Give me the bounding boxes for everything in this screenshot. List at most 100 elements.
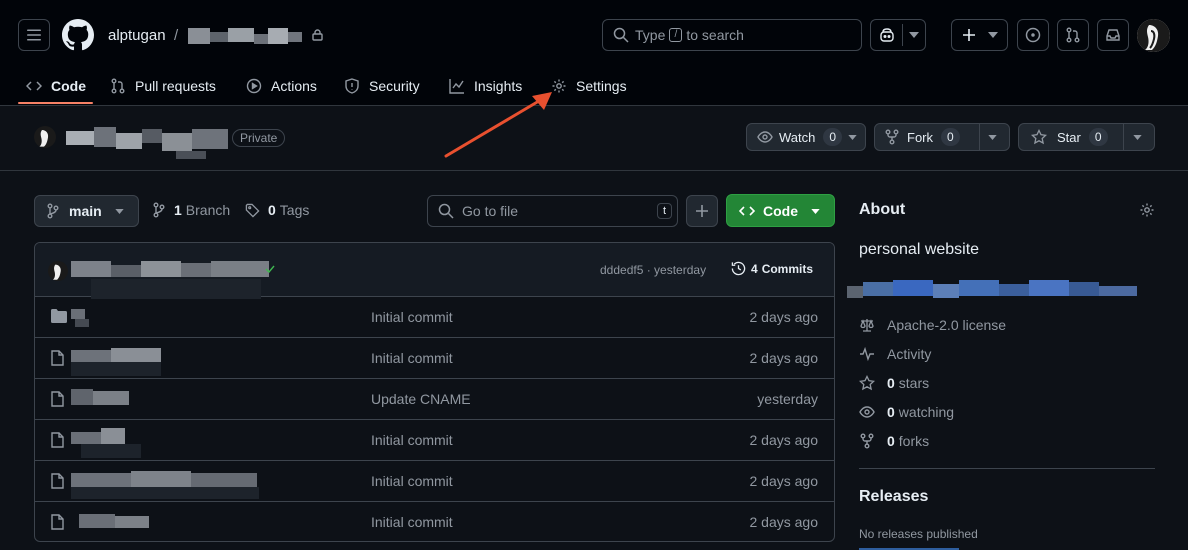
file-name-redacted[interactable]: [71, 469, 261, 499]
table-row[interactable]: Initial commit 2 days ago: [35, 338, 834, 379]
tab-actions[interactable]: Actions: [246, 66, 317, 106]
commit-age: 2 days ago: [749, 350, 819, 366]
sidebar-divider: [859, 468, 1155, 469]
owner-avatar[interactable]: [34, 126, 56, 148]
commit-message-redacted[interactable]: [71, 259, 271, 299]
tab-settings[interactable]: Settings: [551, 66, 627, 106]
releases-heading[interactable]: Releases: [859, 488, 928, 506]
fork-count: 0: [941, 128, 960, 146]
search-icon: [613, 27, 629, 43]
breadcrumb-owner[interactable]: alptugan: [108, 27, 166, 44]
watch-button[interactable]: Watch 0: [746, 123, 866, 151]
commit-message[interactable]: Initial commit: [371, 309, 453, 325]
table-row[interactable]: Initial commit 2 days ago: [35, 420, 834, 461]
commits-label: Commits: [761, 261, 814, 276]
commit-message[interactable]: Initial commit: [371, 350, 453, 366]
file-icon: [51, 432, 64, 448]
branch-label: Branch: [185, 202, 231, 218]
breadcrumb-separator: /: [174, 27, 179, 44]
eye-icon: [859, 406, 875, 418]
chevron-down-icon: [115, 209, 124, 214]
pulse-icon: [860, 346, 874, 362]
code-button-label: Code: [763, 202, 798, 219]
avatar[interactable]: [1137, 19, 1170, 52]
watching-link[interactable]: 0 watching: [859, 404, 954, 420]
activity-link[interactable]: Activity: [859, 346, 931, 362]
commit-message[interactable]: Initial commit: [371, 432, 453, 448]
table-row[interactable]: Update CNAME yesterday: [35, 379, 834, 420]
file-list: dddedf5 · yesterday 4 Commits Initial co…: [34, 242, 835, 542]
pull-requests-button[interactable]: [1057, 19, 1089, 51]
file-name-redacted[interactable]: [71, 428, 151, 458]
create-new-button[interactable]: [951, 19, 1008, 51]
go-to-file-input[interactable]: Go to file t: [427, 195, 678, 227]
repository-header: Private Watch 0 Fork 0 Star 0: [0, 107, 1188, 171]
table-row[interactable]: Initial commit 2 days ago: [35, 297, 834, 338]
tab-pull-requests[interactable]: Pull requests: [110, 66, 216, 106]
tab-code[interactable]: Code: [26, 66, 86, 106]
menu-button[interactable]: [18, 19, 50, 51]
commit-age: 2 days ago: [749, 432, 819, 448]
code-icon: [739, 205, 755, 216]
issues-button[interactable]: [1017, 19, 1049, 51]
lock-icon: [312, 29, 323, 41]
star-button[interactable]: Star 0: [1018, 123, 1155, 151]
branch-selector[interactable]: main: [34, 195, 139, 227]
fork-button[interactable]: Fork 0: [874, 123, 1010, 151]
eye-icon: [757, 131, 773, 143]
file-name-redacted[interactable]: [71, 346, 201, 376]
search-shortcut-key: /: [669, 28, 683, 42]
forks-count: 0: [887, 433, 895, 449]
create-release-link-partial[interactable]: [859, 545, 959, 550]
watch-label: Watch: [779, 129, 816, 145]
stars-link[interactable]: 0 stars: [859, 375, 929, 391]
commit-message[interactable]: Initial commit: [371, 473, 453, 489]
git-branch-icon: [47, 203, 59, 219]
commits-history-link[interactable]: 4 Commits: [731, 261, 813, 276]
global-header: alptugan / Type / to search Code Pull re…: [0, 0, 1188, 106]
repo-name-redacted[interactable]: [188, 26, 312, 46]
search-prefix: Type: [635, 27, 666, 43]
commit-author-avatar[interactable]: [48, 261, 68, 281]
go-to-file-placeholder: Go to file: [462, 203, 519, 219]
watching-count: 0: [887, 404, 895, 420]
search-input[interactable]: Type / to search: [602, 19, 862, 51]
tag-icon: [245, 203, 260, 218]
tab-label: Settings: [576, 78, 627, 94]
license-link[interactable]: Apache-2.0 license: [859, 317, 1006, 333]
file-name-redacted[interactable]: [79, 512, 151, 530]
table-row[interactable]: Initial commit 2 days ago: [35, 461, 834, 502]
search-icon: [438, 203, 454, 219]
tab-label: Pull requests: [135, 78, 216, 94]
branches-link[interactable]: 1 Branch: [153, 202, 230, 218]
code-dropdown-button[interactable]: Code: [726, 194, 835, 227]
commit-message[interactable]: Initial commit: [371, 514, 453, 530]
inbox-button[interactable]: [1097, 19, 1129, 51]
git-pull-request-icon: [111, 78, 125, 94]
commit-message[interactable]: Update CNAME: [371, 391, 471, 407]
tab-label: Code: [51, 78, 86, 94]
add-file-button[interactable]: [686, 195, 718, 227]
tags-link[interactable]: 0 Tags: [245, 202, 309, 218]
gear-icon[interactable]: [1139, 202, 1155, 218]
file-name-redacted[interactable]: [71, 387, 141, 411]
file-name-redacted[interactable]: [71, 305, 95, 331]
copilot-icon: [880, 28, 894, 42]
tab-security[interactable]: Security: [344, 66, 420, 106]
active-tab-indicator: [18, 102, 93, 104]
activity-label: Activity: [887, 346, 932, 362]
commit-age: yesterday: [757, 391, 818, 407]
github-logo-icon[interactable]: [62, 19, 94, 51]
copilot-button[interactable]: [870, 19, 926, 51]
law-icon: [860, 319, 874, 332]
forks-link[interactable]: 0 forks: [859, 433, 929, 449]
tab-label: Security: [369, 78, 420, 94]
commit-age: 2 days ago: [749, 473, 819, 489]
chevron-down-icon: [988, 135, 997, 140]
commit-hash-time[interactable]: dddedf5 · yesterday: [600, 263, 706, 277]
star-label: Star: [1057, 129, 1081, 145]
star-count: 0: [1088, 128, 1108, 146]
table-row[interactable]: Initial commit 2 days ago: [35, 502, 834, 541]
repo-title-redacted[interactable]: [66, 125, 230, 159]
website-link-redacted[interactable]: [847, 278, 1139, 302]
